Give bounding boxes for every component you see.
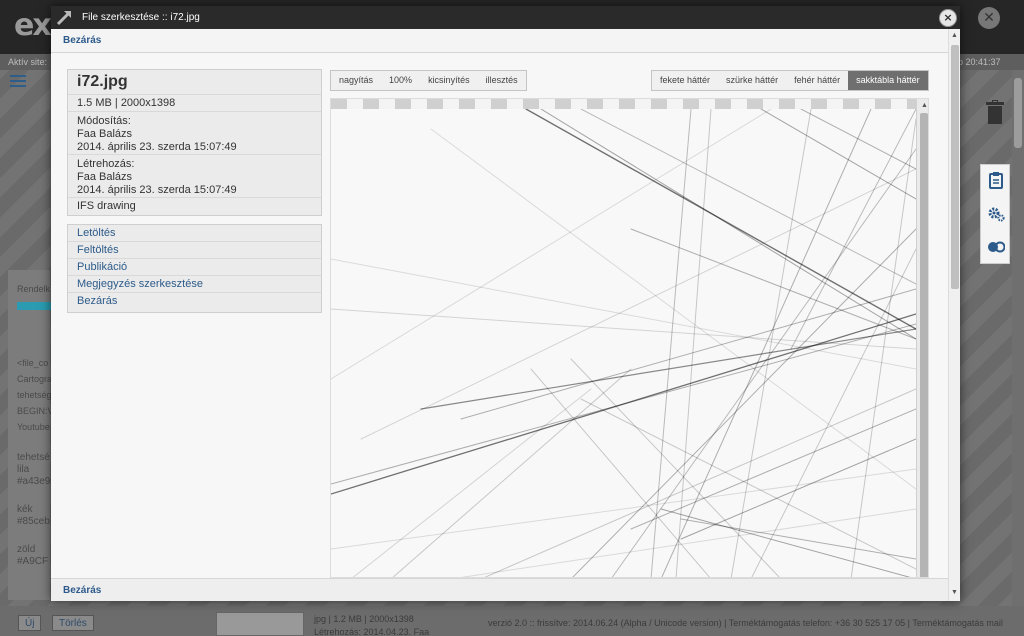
close-action[interactable]: Bezárás: [68, 293, 321, 310]
edit-note-action[interactable]: Megjegyzés szerkesztése: [68, 276, 321, 293]
image-viewer[interactable]: ▲: [330, 98, 929, 578]
file-actions-menu: Letöltés Feltöltés Publikáció Megjegyzés…: [67, 224, 322, 313]
delete-button[interactable]: Törlés: [52, 615, 94, 631]
modal-scrollbar[interactable]: ▲ ▼: [948, 29, 960, 601]
modified-date: 2014. április 23. szerda 15:07:49: [77, 141, 237, 153]
modal-titlebar[interactable]: File szerkesztése :: i72.jpg ×: [51, 6, 960, 29]
file-size-dimensions: 1.5 MB | 2000x1398: [68, 95, 321, 112]
publish-action[interactable]: Publikáció: [68, 259, 321, 276]
active-site-label: Aktív site:: [8, 57, 48, 67]
footer-text: verzió 2.0 :: frissítve: 2014.06.24 (Alp…: [488, 618, 1003, 628]
left-label: Cartogra: [17, 374, 53, 384]
background-close-icon[interactable]: ✕: [978, 7, 1000, 29]
upload-action[interactable]: Feltöltés: [68, 242, 321, 259]
left-label: BEGIN:V: [17, 406, 54, 416]
left-label: Rendelk: [17, 284, 51, 294]
modified-label: Módosítás:: [77, 115, 131, 127]
zoom-100-button[interactable]: 100%: [381, 71, 420, 90]
thumbnail-info: jpg | 1.2 MB | 2000x1398: [314, 614, 414, 624]
background-progress-bar: [17, 302, 51, 310]
created-info: Létrehozás: Faa Balázs 2014. április 23.…: [68, 155, 321, 198]
created-date: 2014. április 23. szerda 15:07:49: [77, 184, 237, 196]
modal-top-bar: Bezárás: [51, 29, 948, 53]
color-list-item: lila: [17, 464, 30, 475]
modal-scrollbar-thumb[interactable]: [951, 45, 959, 289]
zoom-out-button[interactable]: kicsinyítés: [420, 71, 478, 90]
file-name: i72.jpg: [68, 73, 321, 95]
zoom-toolbar: nagyítás 100% kicsinyítés illesztés: [330, 70, 527, 91]
color-list-item: tehetsé: [17, 452, 50, 463]
hamburger-menu-icon[interactable]: [10, 75, 26, 87]
app-logo: ex: [14, 8, 52, 43]
scroll-down-icon[interactable]: ▼: [951, 589, 958, 596]
left-label: Youtube: [17, 422, 50, 432]
ifs-drawing-image: [331, 109, 916, 577]
file-tag: IFS drawing: [77, 200, 136, 212]
expand-arrow-icon: [55, 9, 73, 27]
clipboard-icon[interactable]: [987, 171, 1005, 189]
left-label: tehetség: [17, 390, 52, 400]
download-action[interactable]: Letöltés: [68, 225, 321, 242]
toggle-circles-icon[interactable]: [987, 238, 1006, 256]
scroll-up-icon[interactable]: ▲: [921, 102, 928, 109]
close-link-bottom[interactable]: Bezárás: [63, 585, 101, 596]
fit-button[interactable]: illesztés: [478, 71, 526, 90]
viewer-scrollbar-thumb[interactable]: [920, 113, 928, 577]
black-background-button[interactable]: fekete háttér: [652, 71, 718, 90]
checkerboard-background-button[interactable]: sakktábla háttér: [848, 71, 928, 90]
gears-icon[interactable]: [987, 205, 1005, 223]
clock-text: p 20:41:37: [958, 57, 1001, 67]
checkerboard-strip: [331, 99, 928, 109]
grey-background-button[interactable]: szürke háttér: [718, 71, 786, 90]
scroll-up-icon[interactable]: ▲: [951, 32, 958, 39]
page-scrollbar[interactable]: [1012, 70, 1024, 606]
close-link-top[interactable]: Bezárás: [63, 35, 101, 46]
created-by: Faa Balázs: [77, 171, 133, 183]
color-list-item: zöld: [17, 544, 36, 555]
thumbnail-info: Létrehozás: 2014.04.23. Faa: [314, 627, 430, 636]
new-button[interactable]: Új: [18, 615, 42, 631]
modal-bottom-bar: Bezárás: [51, 578, 948, 601]
color-list-item: #a43e9: [17, 476, 51, 487]
created-label: Létrehozás:: [77, 158, 135, 170]
modified-info: Módosítás: Faa Balázs 2014. április 23. …: [68, 112, 321, 155]
background-toolbar: fekete háttér szürke háttér fehér háttér…: [651, 70, 929, 91]
viewer-scrollbar[interactable]: ▲: [916, 99, 928, 577]
left-label: <file_co: [17, 358, 49, 368]
file-thumbnail[interactable]: [216, 612, 304, 636]
zoom-in-button[interactable]: nagyítás: [331, 71, 381, 90]
file-edit-modal: File szerkesztése :: i72.jpg × Bezárás i…: [51, 6, 960, 601]
image-preview: [331, 109, 916, 577]
trash-icon[interactable]: [986, 100, 1004, 124]
tool-palette: [980, 164, 1010, 264]
file-info-card: i72.jpg 1.5 MB | 2000x1398 Módosítás: Fa…: [67, 69, 322, 216]
modal-title: File szerkesztése :: i72.jpg: [82, 12, 200, 23]
color-list-item: kék: [17, 504, 33, 515]
color-list-item: #A9CF: [17, 556, 49, 567]
white-background-button[interactable]: fehér háttér: [786, 71, 848, 90]
modified-by: Faa Balázs: [77, 128, 133, 140]
color-list-item: #85ceb: [17, 516, 50, 527]
page-scrollbar-thumb[interactable]: [1014, 78, 1022, 148]
close-icon[interactable]: ×: [939, 9, 957, 27]
